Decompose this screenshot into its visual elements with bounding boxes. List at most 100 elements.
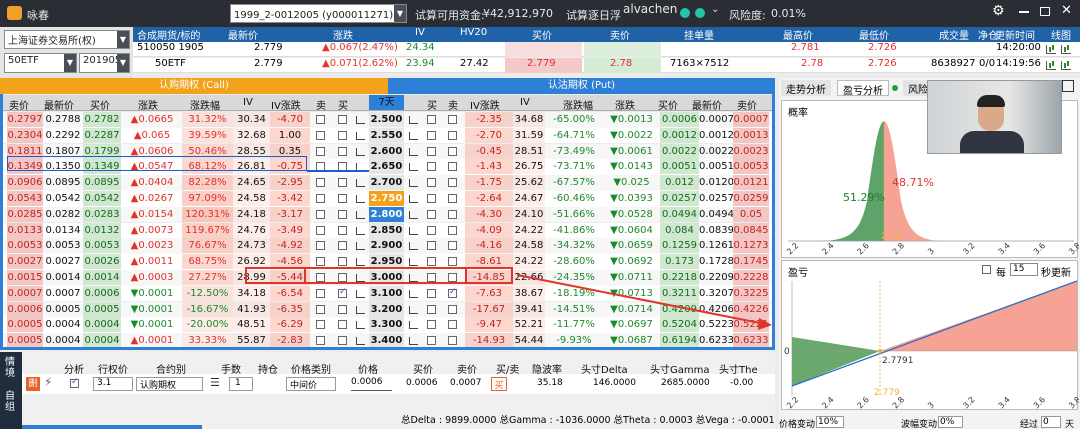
chevron-down-icon[interactable]: ▼	[117, 54, 129, 72]
chevron-down-icon[interactable]: ▼	[394, 5, 406, 22]
prob-left-area	[822, 121, 884, 241]
bottom-blue-bar	[22, 425, 202, 429]
price-type-select[interactable]: 中间价	[286, 377, 336, 391]
line-chart-icon[interactable]	[1061, 45, 1071, 54]
q1-ask-cell[interactable]	[584, 42, 661, 57]
q2-chg: ▲0.071(2.62%)	[322, 58, 398, 69]
side-tab-scenario[interactable]: 情境	[5, 357, 17, 379]
qty-input[interactable]: 1	[229, 377, 253, 391]
price-input[interactable]: 0.0006	[351, 377, 392, 391]
x-tick-label: 2.2	[785, 395, 800, 410]
x-tick-label: 3.8	[1067, 241, 1079, 256]
x-tick-label: 2.4	[820, 241, 835, 256]
prob-right-pct: 48.71%	[892, 176, 934, 189]
day-unit: 天	[1065, 420, 1075, 429]
tquote-title-bar: 认购期权 (Call) 认沽期权 (Put)	[0, 78, 775, 94]
q1-time: 14:20:00	[996, 42, 1041, 53]
vol-change-value: 0%	[940, 417, 955, 427]
quote-header: 合成期货/标的 最新价 涨跌 IV HV20 买价 卖价 挂单量 最高价 最低价…	[133, 27, 1080, 42]
line-chart-icon[interactable]	[1046, 61, 1056, 70]
q2-hv: 27.42	[460, 58, 489, 69]
q2-bid: 2.779	[527, 58, 556, 69]
bid-value: 0.0006	[406, 378, 438, 388]
webcam-overlay	[927, 80, 1062, 154]
theta-value: -0.00	[730, 378, 754, 388]
title-bar: 咏春 1999_2-0012005 (y000011271) (期/权) ▼ 试…	[0, 0, 1080, 27]
x-tick-label: 3.2	[961, 241, 976, 256]
minimize-icon[interactable]	[1019, 11, 1029, 13]
line-chart-icon[interactable]	[1046, 45, 1056, 54]
ask-value: 0.0007	[450, 378, 482, 388]
x-tick-label: 2.8	[891, 241, 906, 256]
elapsed-input[interactable]: 0	[1041, 416, 1061, 428]
pl-chart-panel: 盈亏 每 15 秒更新 0 2.7791 2.779 2.2 2.4 2.6 2.8 3…	[781, 260, 1079, 410]
chevron-down-icon[interactable]: ▼	[64, 54, 76, 72]
user-name: alvachen	[623, 2, 678, 16]
strike-select[interactable]: 3.1	[93, 377, 133, 391]
risk-value: 0.01%	[771, 7, 806, 20]
account-select[interactable]: 1999_2-0012005 (y000011271) (期/权) ▼	[230, 4, 407, 23]
side-value: 买	[494, 381, 504, 391]
q2-high: 2.78	[801, 58, 824, 69]
contract-select[interactable]: 认购期权	[136, 377, 203, 391]
trial-label: 试算逐日浮	[566, 9, 621, 22]
strike-value: 3.1	[97, 378, 112, 388]
qh-iv: IV	[415, 27, 425, 38]
pl-chart: 0 2.7791 2.779 2.2 2.4 2.6 2.8 3 3.2 3.4 3.6 3.8	[784, 280, 1079, 410]
q2-name: 50ETF	[155, 58, 186, 69]
expand-icon[interactable]: ⌄	[711, 4, 719, 15]
vol-change-select[interactable]: 0%	[938, 416, 963, 428]
underlying-select[interactable]: 50ETF ▼	[4, 53, 77, 73]
x-tick-label: 3	[926, 400, 936, 410]
price-type-value: 中间价	[290, 381, 318, 391]
totals-text: 总Delta : 9899.0000 总Gamma : -1036.0000 总…	[401, 415, 775, 426]
price-change-label: 价格变动	[779, 420, 816, 429]
chevron-down-icon[interactable]: ▼	[117, 31, 129, 48]
x-tick-label: 2.6	[856, 395, 871, 410]
q2-volume: 8638927	[931, 58, 976, 69]
x-tick-label: 3	[926, 246, 936, 256]
prob-x-ticks: 2.2 2.4 2.6 2.8 3 3.2 3.4 3.6 3.8	[785, 241, 1079, 256]
close-icon[interactable]: ✕	[1061, 3, 1072, 18]
table-border	[0, 94, 775, 350]
elapsed-value: 0	[1043, 417, 1049, 427]
side-tab-combo[interactable]: 自组	[5, 391, 17, 413]
strategy-row[interactable]: 删 ⚡ 3.1 认购期权 ☰ 1 中间价 0.0006 0.0006 0.000…	[22, 374, 775, 394]
options-trading-app: { "titlebar":{"app_name":"咏春","account":…	[0, 0, 1080, 429]
x-tick-label: 3.4	[997, 395, 1012, 410]
q1-bid-cell[interactable]	[505, 42, 582, 57]
pl-zero: 0	[784, 347, 790, 357]
exchange-select[interactable]: 上海证券交易所(权) ▼	[4, 30, 130, 49]
q1-iv: 24.34	[406, 42, 435, 53]
x-tick-label: 3.4	[997, 241, 1012, 256]
q2-iv: 23.94	[406, 58, 435, 69]
quote-row-1[interactable]: 510050 1905 2.779 ▲0.067(2.47%) 24.34 2.…	[133, 42, 1080, 57]
maximize-icon[interactable]	[1040, 7, 1050, 16]
qh-low: 最低价	[859, 31, 889, 42]
line-chart-icon[interactable]	[1061, 61, 1071, 70]
delete-button[interactable]: 删	[26, 377, 40, 391]
q2-time: 14:19:56	[996, 58, 1041, 69]
left-control-panel: 上海证券交易所(权) ▼ 50ETF ▼ 201905 ▼	[0, 27, 133, 78]
gear-icon[interactable]: ⚙	[992, 3, 1005, 19]
qh-high: 最高价	[783, 31, 813, 42]
expiry-select[interactable]: 201905 ▼	[79, 53, 130, 73]
lightning-icon[interactable]: ⚡	[44, 375, 52, 389]
list-icon[interactable]: ☰	[210, 376, 220, 389]
q1-chg: ▲0.067(2.47%)	[322, 42, 398, 53]
export-icon[interactable]	[1062, 80, 1074, 92]
price-change-select[interactable]: 10%	[816, 416, 844, 428]
tab-trend[interactable]: 走势分析	[781, 80, 831, 96]
pl-breakeven: 2.7791	[882, 356, 914, 366]
q1-high: 2.781	[791, 42, 820, 53]
qh-bid: 买价	[532, 31, 552, 42]
call-title-text: 认购期权 (Call)	[159, 80, 229, 91]
app-logo-icon	[7, 6, 22, 20]
expiry-value: 201905	[83, 55, 122, 66]
webcam-person-hair	[977, 95, 1005, 107]
quote-row-2[interactable]: 50ETF 2.779 ▲0.071(2.62%) 23.94 27.42 2.…	[133, 58, 1080, 73]
tab-pl[interactable]: 盈亏分析	[837, 80, 889, 97]
put-title-text: 认沽期权 (Put)	[547, 80, 616, 91]
side-select[interactable]: 买	[491, 377, 507, 391]
analysis-checkbox[interactable]	[70, 377, 79, 388]
